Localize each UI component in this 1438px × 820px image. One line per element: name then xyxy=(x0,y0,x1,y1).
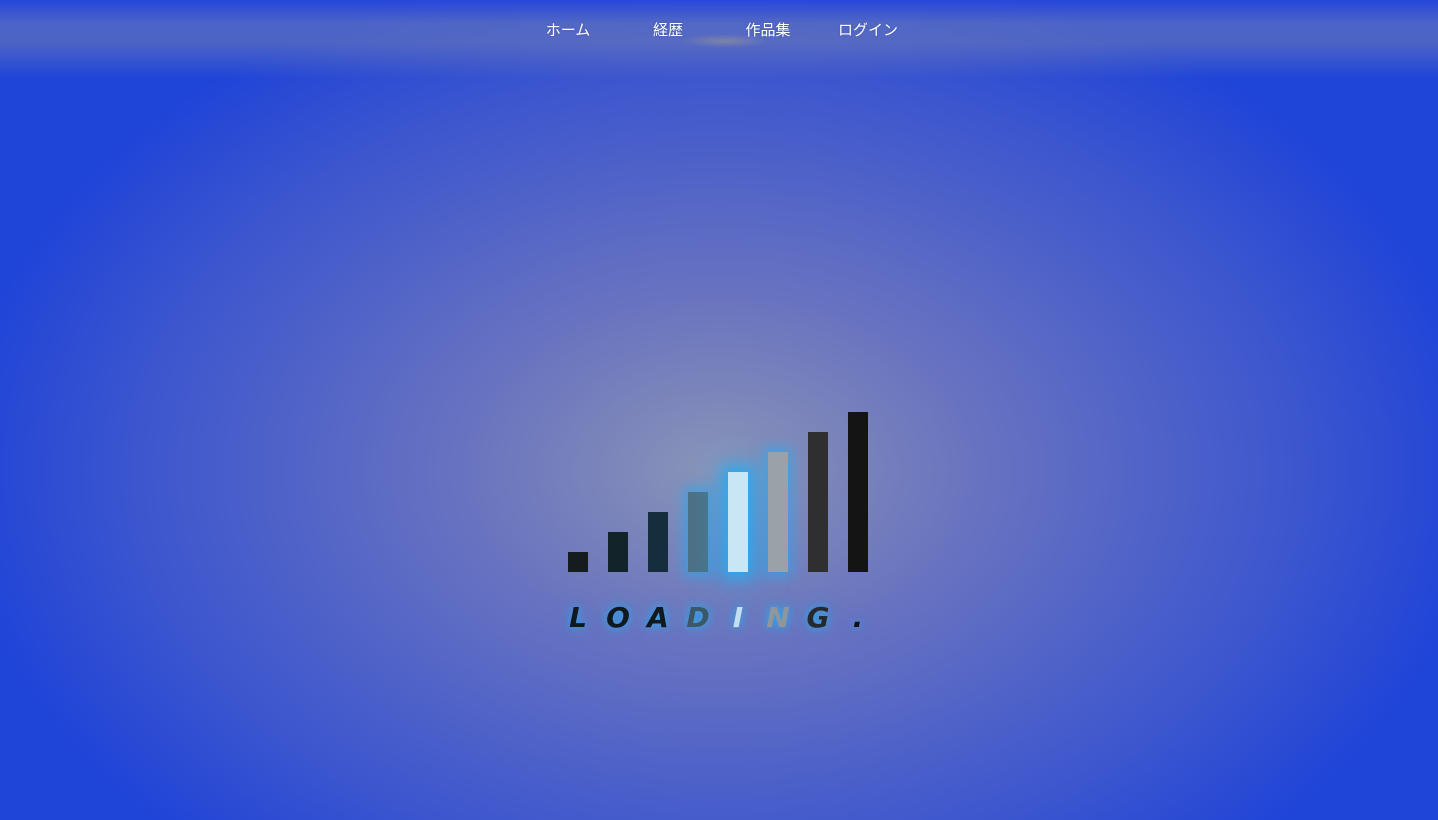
loading-bar xyxy=(568,552,588,572)
loading-letter: N xyxy=(766,601,790,634)
loading-letter: D xyxy=(686,601,710,634)
loading-animation: L O A D I N G . xyxy=(0,0,1438,820)
loading-letter: . xyxy=(852,601,864,634)
loading-bar xyxy=(728,472,748,572)
loading-bar xyxy=(808,432,828,572)
loading-letter: A xyxy=(647,601,669,634)
loading-bar xyxy=(608,532,628,572)
loading-letter: O xyxy=(606,601,630,634)
loading-letter: G xyxy=(806,601,830,634)
loading-text: L O A D I N G . xyxy=(560,598,880,638)
loading-bar xyxy=(648,512,668,572)
loading-letter: I xyxy=(732,601,744,634)
loading-bar xyxy=(768,452,788,572)
loading-bar xyxy=(848,412,868,572)
loading-bar xyxy=(688,492,708,572)
loading-letter: L xyxy=(569,601,587,634)
